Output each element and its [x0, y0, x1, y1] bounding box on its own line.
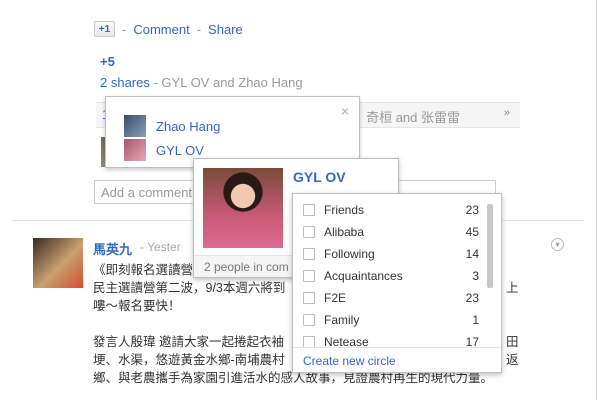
circles-status: 2 people in com — [204, 260, 289, 274]
separator: - — [122, 21, 127, 37]
sharer-item[interactable]: GYL OV — [124, 139, 204, 161]
shares-link[interactable]: 2 shares — [100, 75, 150, 90]
sharer-name[interactable]: Zhao Hang — [156, 119, 220, 134]
post-text-line: 埂、水渠，悠遊黃金水鄉-南埔農村 — [93, 353, 285, 367]
checkbox[interactable] — [303, 226, 315, 238]
checkbox[interactable] — [303, 270, 315, 282]
dropdown-divider — [293, 347, 501, 348]
post-menu-icon[interactable]: ▾ — [551, 238, 564, 251]
stream-panel: +1 - Comment - Share +5 2 shares - GYL O… — [0, 0, 597, 400]
plus-one-button[interactable]: +1 — [94, 21, 115, 37]
post-text-line: 發言人殷瑋 邀請大家一起捲起衣袖 — [93, 335, 284, 349]
author-name[interactable]: 馬英九 — [93, 239, 132, 258]
post-actions: +1 - Comment - Share — [94, 20, 243, 38]
comment-placeholder: Add a comment — [101, 185, 193, 200]
circle-option[interactable]: F2E 23 — [293, 287, 479, 309]
circles-dropdown: Friends 23 Alibaba 45 Following 14 Acqua… — [292, 193, 502, 373]
post-text-line: 《即刻報名選讀營 — [93, 263, 194, 277]
separator: - — [196, 21, 202, 37]
checkbox[interactable] — [303, 204, 315, 216]
commenters-names: 奇桓 and 张雷雷 — [366, 110, 460, 125]
circle-option[interactable]: Netease 17 — [293, 331, 479, 353]
circle-label: Family — [324, 313, 360, 327]
circle-label: Friends — [324, 203, 365, 217]
circle-label: Following — [324, 247, 375, 261]
close-icon[interactable]: × — [341, 103, 349, 119]
circle-option[interactable]: Acquaintances 3 — [293, 265, 479, 287]
checkbox[interactable] — [303, 248, 315, 260]
sharer-item[interactable]: Zhao Hang — [124, 115, 220, 137]
circle-option[interactable]: Family 1 — [293, 309, 479, 331]
circle-label: Acquaintances — [324, 269, 403, 283]
post-text-fragment: 田 — [506, 335, 519, 349]
checkbox[interactable] — [303, 292, 315, 304]
circle-label: F2E — [324, 291, 347, 305]
circle-label: Alibaba — [324, 225, 365, 239]
profile-photo[interactable] — [203, 168, 283, 248]
plus-one-count[interactable]: +5 — [100, 54, 115, 69]
expand-chevron-icon[interactable]: » — [504, 107, 510, 119]
circle-count: 3 — [472, 269, 479, 283]
post-text-fragment: 上 — [506, 281, 519, 295]
circle-option[interactable]: Following 14 — [293, 243, 479, 265]
share-link[interactable]: Share — [208, 22, 243, 37]
circle-count: 14 — [465, 247, 479, 261]
avatar — [124, 115, 146, 137]
comment-link[interactable]: Comment — [133, 22, 189, 37]
create-circle-link[interactable]: Create new circle — [303, 354, 396, 368]
post-text-line: 民主選讀營第二波，9/3本週六將到 — [93, 281, 286, 295]
post-timestamp[interactable]: - Yester — [140, 240, 181, 254]
circle-count: 45 — [465, 225, 479, 239]
circle-count: 23 — [465, 203, 479, 217]
avatar — [124, 139, 146, 161]
circle-option[interactable]: Friends 23 — [293, 199, 479, 221]
post-text-line: 嘍～報名要快！ — [93, 299, 181, 313]
scrollbar[interactable] — [487, 204, 493, 288]
circle-count: 23 — [465, 291, 479, 305]
shares-summary: 2 shares - GYL OV and Zhao Hang — [100, 75, 303, 90]
checkbox[interactable] — [303, 314, 315, 326]
post-text-fragment: 返 — [506, 353, 519, 367]
circle-option[interactable]: Alibaba 45 — [293, 221, 479, 243]
circle-count: 1 — [472, 313, 479, 327]
profile-name[interactable]: GYL OV — [293, 169, 346, 185]
shares-names: - GYL OV and Zhao Hang — [149, 75, 303, 90]
sharer-name[interactable]: GYL OV — [156, 143, 204, 158]
author-avatar[interactable] — [33, 238, 83, 288]
